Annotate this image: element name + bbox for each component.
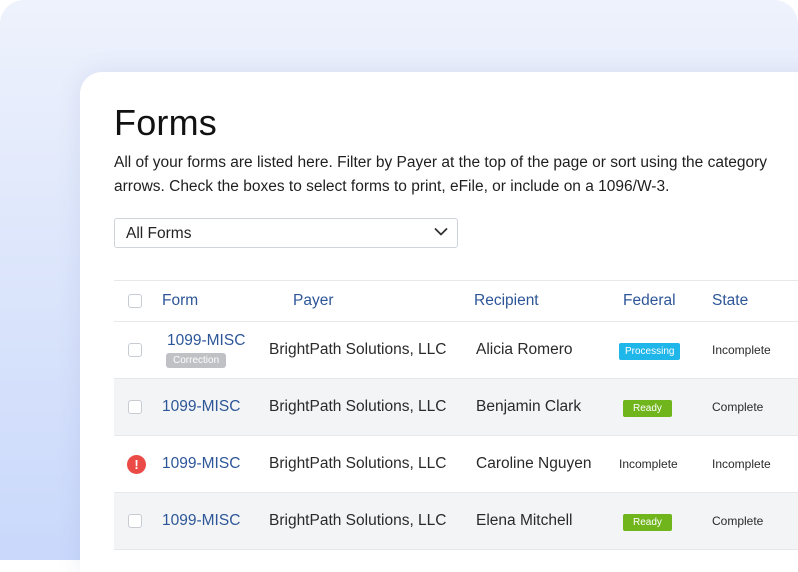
payer-cell: BrightPath Solutions, LLC <box>269 398 447 415</box>
federal-status: Incomplete <box>619 457 678 471</box>
form-link[interactable]: 1099-MISC <box>162 398 268 416</box>
table-row[interactable]: 1099-MISC BrightPath Solutions, LLC Benj… <box>114 378 798 436</box>
row-checkbox[interactable] <box>128 343 142 357</box>
alert-icon[interactable]: ! <box>127 454 146 474</box>
table-row[interactable]: 1099-MISC Correction BrightPath Solution… <box>114 322 798 379</box>
forms-panel: Forms All of your forms are listed here.… <box>80 72 798 572</box>
payer-cell: BrightPath Solutions, LLC <box>269 341 447 358</box>
payer-cell: BrightPath Solutions, LLC <box>269 455 447 472</box>
recipient-cell: Elena Mitchell <box>476 512 573 529</box>
row-checkbox[interactable] <box>128 400 142 414</box>
federal-status-badge: Ready <box>623 513 672 531</box>
federal-status-badge: Ready <box>623 399 672 417</box>
column-header-state[interactable]: State <box>712 281 798 322</box>
page-description: All of your forms are listed here. Filte… <box>114 154 768 195</box>
form-link[interactable]: 1099-MISC <box>162 512 268 530</box>
forms-filter-select[interactable]: All Forms <box>114 218 458 248</box>
state-status: Complete <box>712 400 764 414</box>
forms-table: Form Payer Recipient Federal State 1099-… <box>114 280 798 550</box>
column-header-form[interactable]: Form <box>162 281 268 322</box>
recipient-cell: Caroline Nguyen <box>476 455 592 472</box>
payer-cell: BrightPath Solutions, LLC <box>269 512 447 529</box>
state-status: Incomplete <box>712 457 771 471</box>
form-link[interactable]: 1099-MISC <box>162 455 268 473</box>
correction-badge: Correction <box>166 353 227 368</box>
form-link[interactable]: 1099-MISC <box>167 332 268 350</box>
recipient-cell: Benjamin Clark <box>476 398 582 415</box>
recipient-cell: Alicia Romero <box>476 341 573 358</box>
table-row[interactable]: ! 1099-MISC BrightPath Solutions, LLC Ca… <box>114 436 798 493</box>
row-checkbox[interactable] <box>128 514 142 528</box>
select-all-checkbox[interactable] <box>128 294 142 308</box>
column-header-federal[interactable]: Federal <box>619 281 712 322</box>
chevron-down-icon <box>434 228 448 236</box>
page-title: Forms <box>114 102 217 143</box>
column-header-recipient[interactable]: Recipient <box>474 281 619 322</box>
state-status: Complete <box>712 514 764 528</box>
forms-filter-value: All Forms <box>126 225 192 242</box>
column-header-payer[interactable]: Payer <box>268 281 474 322</box>
federal-status-badge: Processing <box>619 342 681 360</box>
state-status: Incomplete <box>712 343 771 357</box>
table-header-row: Form Payer Recipient Federal State <box>114 280 798 322</box>
table-row[interactable]: 1099-MISC BrightPath Solutions, LLC Elen… <box>114 492 798 550</box>
